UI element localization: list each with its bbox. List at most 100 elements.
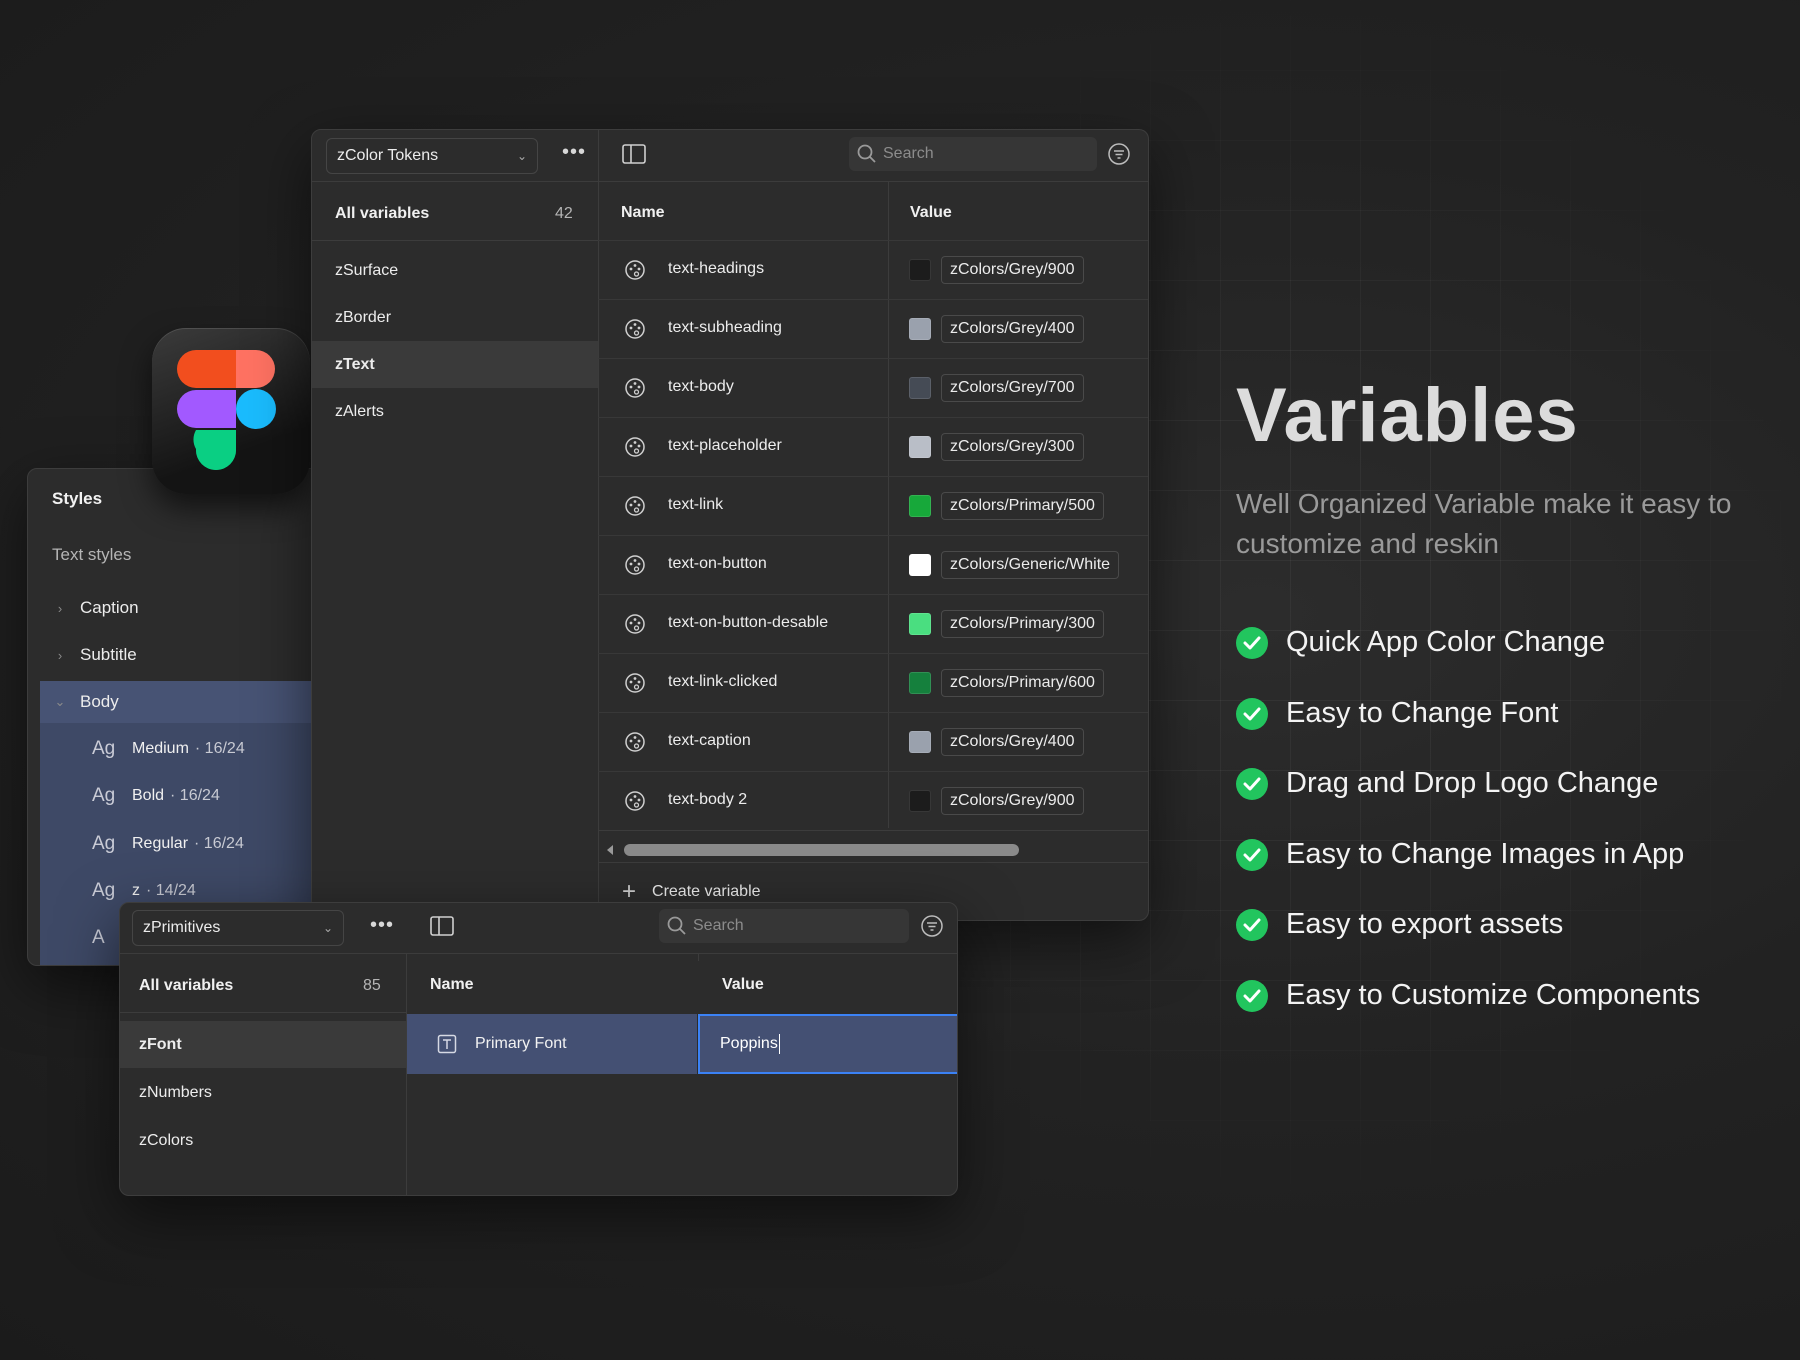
column-header-value[interactable]: Value (722, 976, 764, 994)
filter-icon[interactable] (920, 914, 944, 938)
sidebar-toggle-icon[interactable] (430, 916, 454, 936)
variable-row[interactable]: text-link zColors/Primary/500 (598, 476, 1148, 535)
column-header-value[interactable]: Value (910, 204, 952, 222)
variable-value[interactable]: zColors/Primary/600 (941, 669, 1104, 697)
variable-value[interactable]: zColors/Grey/400 (941, 728, 1084, 756)
variable-count: 42 (555, 205, 573, 222)
text-style-meta: · 14/24 (146, 882, 196, 899)
color-swatch[interactable] (909, 495, 931, 517)
all-variables-label[interactable]: All variables (335, 205, 429, 223)
color-swatch[interactable] (909, 554, 931, 576)
search-placeholder: Search (883, 145, 934, 162)
color-swatch[interactable] (909, 377, 931, 399)
group-item-zfont[interactable]: zFont (120, 1021, 406, 1068)
feature-item: Drag and Drop Logo Change (1236, 767, 1658, 800)
color-variable-icon (625, 614, 645, 634)
more-options-icon[interactable]: ••• (370, 915, 394, 935)
feature-label: Drag and Drop Logo Change (1286, 767, 1659, 799)
create-variable-label: Create variable (652, 883, 761, 900)
variable-row[interactable]: text-body zColors/Grey/700 (598, 358, 1148, 417)
color-swatch[interactable] (909, 731, 931, 753)
feature-label: Easy to Customize Components (1286, 979, 1701, 1011)
all-variables-label[interactable]: All variables (139, 977, 233, 995)
horizontal-scrollbar[interactable] (624, 844, 1019, 856)
plus-icon: + (622, 878, 637, 905)
text-style-item[interactable]: Ag Regular · 16/24 (92, 824, 244, 864)
search-input[interactable]: Search (659, 909, 909, 943)
chevron-down-icon: ⌄ (516, 149, 527, 163)
color-swatch[interactable] (909, 318, 931, 340)
group-item-ztext[interactable]: zText (312, 341, 598, 388)
color-swatch[interactable] (909, 790, 931, 812)
variable-value[interactable]: zColors/Grey/900 (941, 256, 1084, 284)
color-swatch[interactable] (909, 672, 931, 694)
color-swatch[interactable] (909, 259, 931, 281)
variable-row[interactable]: text-body 2 zColors/Grey/900 (598, 771, 1148, 830)
text-style-item[interactable]: Ag Medium · 16/24 (92, 729, 245, 769)
variable-value[interactable]: zColors/Generic/White (941, 551, 1120, 579)
variable-name: text-placeholder (668, 437, 782, 454)
variable-row[interactable]: text-subheading zColors/Grey/400 (598, 299, 1148, 358)
search-placeholder: Search (693, 917, 744, 934)
chevron-down-icon: ⌄ (54, 694, 66, 709)
variable-row[interactable]: text-headings zColors/Grey/900 (598, 240, 1148, 299)
variable-count: 85 (363, 977, 381, 994)
group-item-zborder[interactable]: zBorder (312, 294, 598, 341)
search-icon (667, 916, 686, 935)
color-swatch[interactable] (909, 436, 931, 458)
variable-value[interactable]: zColors/Grey/900 (941, 787, 1084, 815)
variable-value: Poppins (720, 1035, 778, 1052)
group-item-zcolors[interactable]: zColors (120, 1117, 406, 1164)
variable-value-input[interactable]: Poppins (698, 1014, 957, 1074)
color-variable-icon (625, 437, 645, 457)
text-style-icon: Ag (92, 738, 116, 759)
variable-value[interactable]: zColors/Grey/300 (941, 433, 1084, 461)
collection-select[interactable]: zColor Tokens ⌄ (326, 138, 538, 174)
group-item-zsurface[interactable]: zSurface (312, 247, 598, 294)
check-icon (1236, 979, 1268, 1012)
group-item-zalerts[interactable]: zAlerts (312, 388, 598, 435)
variable-row[interactable]: text-on-button-desable zColors/Primary/3… (598, 594, 1148, 653)
group-label: zSurface (335, 261, 399, 279)
text-style-meta: · 16/24 (194, 835, 244, 852)
more-options-icon[interactable]: ••• (562, 142, 586, 162)
check-icon (1236, 697, 1268, 730)
color-variable-icon (625, 791, 645, 811)
filter-icon[interactable] (1107, 142, 1131, 166)
create-variable-button[interactable]: + Create variable (622, 880, 761, 904)
variable-name-cell[interactable]: Primary Font (407, 1014, 697, 1074)
variable-value[interactable]: zColors/Primary/300 (941, 610, 1104, 638)
color-variable-icon (625, 260, 645, 280)
group-label: zAlerts (335, 402, 384, 420)
feature-item: Easy to Change Images in App (1236, 838, 1684, 871)
page-subtitle: Well Organized Variable make it easy to … (1236, 488, 1732, 559)
variable-row[interactable]: text-on-button zColors/Generic/White (598, 535, 1148, 594)
figma-logo-icon (177, 350, 276, 470)
variable-row[interactable]: text-caption zColors/Grey/400 (598, 712, 1148, 771)
style-group-label: Caption (80, 598, 139, 617)
variable-row[interactable]: text-placeholder zColors/Grey/300 (598, 417, 1148, 476)
group-label: zText (335, 355, 375, 373)
variable-value[interactable]: zColors/Grey/700 (941, 374, 1084, 402)
column-header-name[interactable]: Name (430, 976, 474, 994)
text-style-item[interactable]: Ag Bold · 16/24 (92, 776, 220, 816)
sidebar-toggle-icon[interactable] (622, 144, 646, 164)
variable-row[interactable]: Primary Font Poppins (407, 1014, 957, 1074)
variable-value[interactable]: zColors/Primary/500 (941, 492, 1104, 520)
chevron-down-icon: ⌄ (322, 921, 333, 935)
variable-row[interactable]: text-link-clicked zColors/Primary/600 (598, 653, 1148, 712)
column-header-name[interactable]: Name (621, 204, 665, 222)
search-input[interactable]: Search (849, 137, 1097, 171)
text-style-icon: Ag (92, 880, 116, 901)
variable-name: Primary Font (475, 1035, 567, 1052)
text-style-name: Regular (132, 835, 189, 852)
feature-item: Easy to Change Font (1236, 697, 1558, 730)
color-swatch[interactable] (909, 613, 931, 635)
collection-select[interactable]: zPrimitives ⌄ (132, 910, 344, 946)
scroll-left-icon[interactable] (605, 844, 615, 856)
group-item-znumbers[interactable]: zNumbers (120, 1069, 406, 1116)
variable-value[interactable]: zColors/Grey/400 (941, 315, 1084, 343)
style-group-label: Subtitle (80, 645, 137, 664)
collection-name: zColor Tokens (337, 147, 439, 164)
text-style-name: Medium (132, 740, 189, 757)
